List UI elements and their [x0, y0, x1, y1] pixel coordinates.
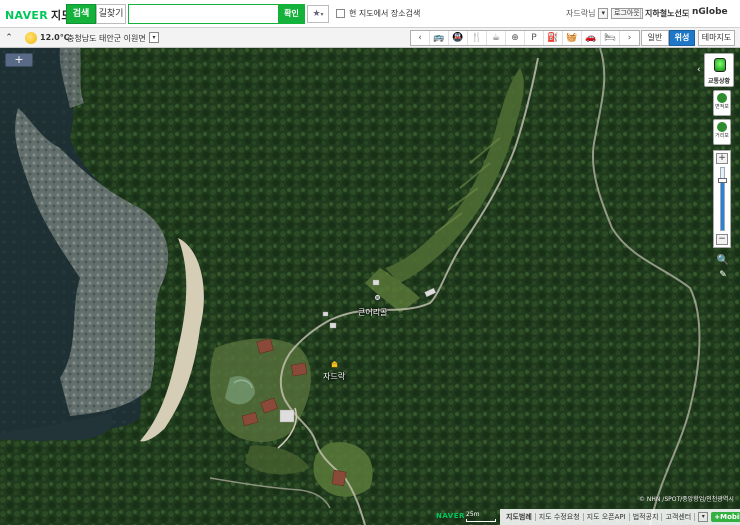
- map-mode-satellite-button[interactable]: 위성: [669, 30, 695, 46]
- satellite-imagery: [0, 48, 740, 525]
- collapse-right-panel-icon[interactable]: ‹: [697, 65, 701, 75]
- expand-panel-button[interactable]: +: [5, 53, 33, 67]
- search-submit-button[interactable]: 확인: [278, 4, 305, 24]
- map-mode-normal-button[interactable]: 일반: [641, 30, 669, 46]
- bus-icon[interactable]: 🚌: [430, 31, 449, 45]
- place-label-village[interactable]: 큰어리골: [358, 307, 387, 318]
- nglobe-link[interactable]: nGlobe: [692, 7, 728, 17]
- distance-measure-label: 거리보: [715, 133, 729, 139]
- search-box: [128, 4, 278, 24]
- satellite-map[interactable]: + 큰어리골 자드락 ‹ 교통상황 면적보 거리보 + − 🔍 ✎ © NHN …: [0, 48, 740, 525]
- search-input[interactable]: [129, 5, 278, 23]
- parking-icon[interactable]: P: [525, 31, 544, 45]
- naver-logo[interactable]: NAVER 지도: [5, 7, 72, 23]
- shopping-icon[interactable]: 🧺: [563, 31, 582, 45]
- footer-link-legal[interactable]: 법적공지: [630, 513, 663, 521]
- hotel-icon[interactable]: 🛏: [601, 31, 620, 45]
- traffic-label: 교통상황: [707, 78, 731, 85]
- traffic-toggle-button[interactable]: 교통상황: [704, 53, 734, 87]
- traffic-light-icon: [714, 58, 726, 72]
- map-mode-theme-button[interactable]: 테마지도: [698, 30, 735, 46]
- distance-measure-button[interactable]: 거리보: [713, 119, 731, 145]
- favorite-glyph: ★: [312, 9, 321, 19]
- zoom-out-button[interactable]: −: [716, 234, 728, 245]
- footer-links: 지도범례 지도 수정요청 지도 오픈API 법적공지 고객센터 ▾ +Mobil…: [500, 509, 740, 525]
- local-search-label: 현 지도에서 장소검색: [349, 9, 421, 18]
- map-toolbar: ⌃ 12.0℃ 충청남도 태안군 이원면 ▾ ‹ 🚌 🚇 🍴 ☕ ⊕ P ⛽ 🧺…: [0, 28, 740, 48]
- favorite-star-icon[interactable]: ★▾: [307, 5, 329, 23]
- subway-map-link[interactable]: 지하철노선도: [645, 8, 689, 19]
- mobile-button[interactable]: +Mobile: [711, 512, 740, 522]
- magnifier-icon[interactable]: 🔍: [716, 254, 730, 268]
- car-icon[interactable]: 🚗: [582, 31, 601, 45]
- map-pin-icon[interactable]: [374, 294, 381, 301]
- poi-marker-icon[interactable]: [331, 361, 338, 368]
- local-search-option[interactable]: 현 지도에서 장소검색: [336, 8, 420, 19]
- tab-directions[interactable]: 길찾기: [96, 4, 126, 24]
- footer-link-customer-center[interactable]: 고객센터: [662, 513, 696, 521]
- zoom-level-fill: [721, 180, 724, 230]
- footer-dropdown-icon[interactable]: ▾: [698, 512, 709, 522]
- area-measure-label: 면적보: [715, 104, 729, 110]
- current-location: 충청남도 태안군 이원면: [67, 34, 146, 43]
- scale-bar: [466, 519, 496, 522]
- hospital-icon[interactable]: ⊕: [506, 31, 525, 45]
- zoom-slider[interactable]: [718, 167, 727, 231]
- sunny-weather-icon: [25, 32, 37, 44]
- naver-watermark: NAVER: [436, 512, 465, 520]
- divider: [640, 9, 641, 18]
- footer-link-open-api[interactable]: 지도 오픈API: [584, 513, 630, 521]
- divider: [688, 9, 689, 18]
- subway-icon[interactable]: 🚇: [449, 31, 468, 45]
- gas-station-icon[interactable]: ⛽: [544, 31, 563, 45]
- tab-search[interactable]: 검색: [66, 4, 96, 24]
- footer-link-edit-request[interactable]: 지도 수정요청: [536, 513, 584, 521]
- zoom-in-button[interactable]: +: [716, 153, 728, 164]
- temperature: 12.0℃: [40, 33, 70, 42]
- poi-next-button[interactable]: ›: [620, 31, 639, 45]
- area-measure-icon: [717, 93, 727, 103]
- eraser-icon[interactable]: ✎: [716, 270, 730, 282]
- logo-naver: NAVER: [5, 9, 48, 22]
- user-area: 자드락님 ▾ 로그아웃: [566, 8, 643, 19]
- zoom-slider-handle[interactable]: [718, 178, 727, 184]
- place-label-poi[interactable]: 자드락: [323, 371, 345, 382]
- poi-prev-button[interactable]: ‹: [411, 31, 430, 45]
- logout-button[interactable]: 로그아웃: [610, 8, 643, 19]
- user-name[interactable]: 자드락님: [566, 8, 595, 19]
- map-footer: NAVER 25m 지도범례 지도 수정요청 지도 오픈API 법적공지 고객센…: [0, 508, 740, 525]
- location-dropdown-icon[interactable]: ▾: [149, 32, 159, 43]
- distance-measure-icon: [717, 122, 727, 132]
- copyright-text: © NHN /SPOT/중앙항업/인천광역시: [639, 496, 734, 503]
- zoom-control: + −: [713, 150, 731, 248]
- cafe-icon[interactable]: ☕: [487, 31, 506, 45]
- user-menu-dropdown-icon[interactable]: ▾: [598, 8, 608, 19]
- local-search-checkbox[interactable]: [336, 9, 345, 18]
- restaurant-icon[interactable]: 🍴: [468, 31, 487, 45]
- area-measure-button[interactable]: 면적보: [713, 90, 731, 116]
- top-search-bar: NAVER 지도 검색 길찾기 확인 ★▾ 현 지도에서 장소검색 자드락님 ▾ …: [0, 0, 740, 28]
- footer-link-legend[interactable]: 지도범례: [503, 513, 536, 521]
- poi-category-bar: ‹ 🚌 🚇 🍴 ☕ ⊕ P ⛽ 🧺 🚗 🛏 ›: [410, 30, 640, 46]
- collapse-toolbar-button[interactable]: ⌃: [3, 31, 15, 45]
- scale-label: 25m: [466, 511, 480, 518]
